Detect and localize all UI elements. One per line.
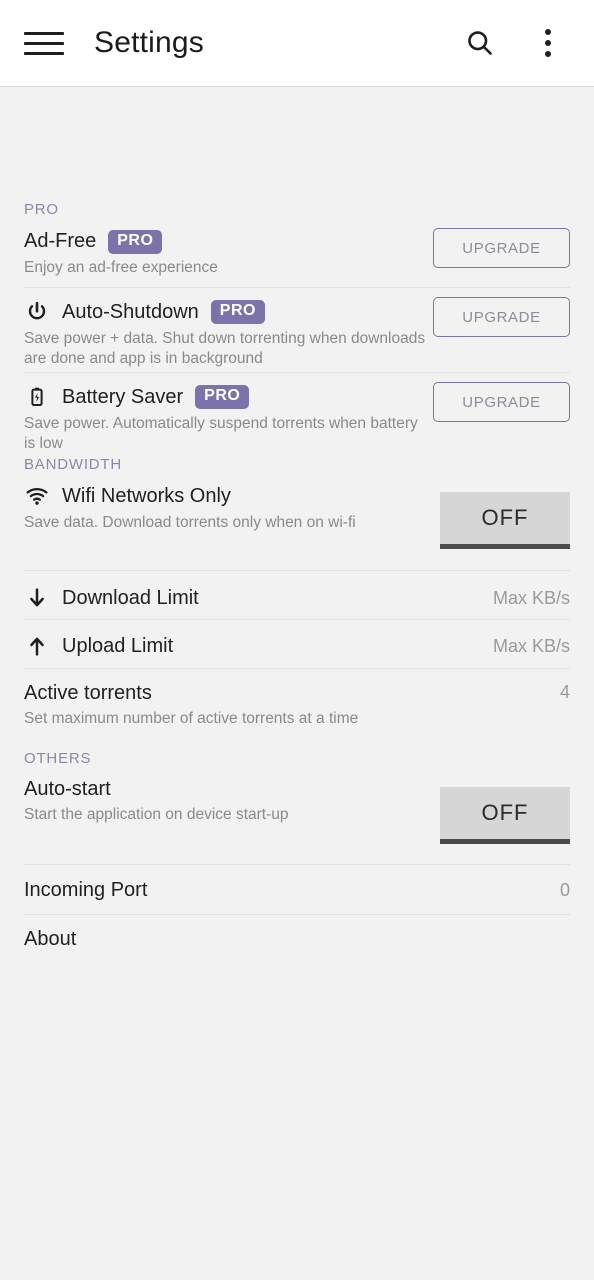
row-wifi-networks-only-main: Wifi Networks Only Save data. Download t… — [24, 483, 440, 533]
row-wifi-title: Wifi Networks Only — [62, 484, 231, 507]
pro-badge: PRO — [210, 300, 265, 324]
row-download-limit-main: Download Limit — [24, 585, 477, 611]
row-about-title-line: About — [24, 928, 570, 951]
divider — [24, 668, 570, 669]
row-battery-saver-summary: Save power. Automatically suspend torren… — [24, 415, 418, 453]
search-icon[interactable] — [452, 15, 508, 71]
row-incoming-port-main: Incoming Port — [24, 879, 544, 902]
row-incoming-port-title: Incoming Port — [24, 879, 148, 901]
divider — [24, 619, 570, 620]
row-active-torrents-value: 4 — [559, 682, 570, 702]
row-incoming-port[interactable]: Incoming Port 0 — [0, 879, 594, 902]
overflow-dots — [545, 29, 551, 57]
row-upload-limit-title: Upload Limit — [62, 634, 174, 657]
row-auto-shutdown-summary: Save power + data. Shut down torrenting … — [24, 330, 426, 368]
toggle-wifi-networks-only[interactable]: OFF — [440, 492, 570, 549]
row-ad-free[interactable]: Ad-Free PRO Enjoy an ad-free experience … — [0, 228, 594, 278]
toolbar-actions — [452, 15, 594, 71]
row-ad-free-title: Ad-Free — [24, 230, 97, 253]
row-ad-free-summary: Enjoy an ad-free experience — [24, 258, 218, 276]
row-download-limit-title: Download Limit — [62, 586, 199, 609]
wifi-icon — [24, 483, 50, 509]
row-battery-saver-title: Battery Saver — [62, 385, 184, 408]
divider — [24, 914, 570, 915]
upgrade-button-auto-shutdown[interactable]: UPGRADE — [433, 297, 570, 337]
row-download-limit-title-line: Download Limit — [24, 585, 477, 611]
row-auto-start-title: Auto-start — [24, 778, 111, 800]
row-auto-shutdown-main: Auto-Shutdown PRO Save power + data. Shu… — [24, 299, 433, 369]
arrow-down-icon — [24, 585, 50, 611]
divider — [24, 570, 570, 571]
row-about[interactable]: About — [0, 928, 594, 951]
row-about-main: About — [24, 928, 570, 951]
divider — [24, 864, 570, 865]
row-incoming-port-value: 0 — [559, 880, 570, 900]
overflow-menu-icon[interactable] — [520, 15, 576, 71]
overflow-dot — [545, 29, 551, 35]
row-auto-start[interactable]: Auto-start Start the application on devi… — [0, 778, 594, 844]
row-ad-free-title-line: Ad-Free PRO — [24, 230, 433, 254]
row-upload-limit-title-line: Upload Limit — [24, 633, 477, 659]
row-incoming-port-title-line: Incoming Port — [24, 879, 544, 902]
row-active-torrents-title-line: Active torrents — [24, 682, 544, 705]
hamburger-bar — [24, 51, 64, 55]
section-header-bandwidth: BANDWIDTH — [24, 456, 123, 473]
pro-badge: PRO — [195, 385, 250, 409]
row-about-title: About — [24, 928, 77, 950]
pro-badge: PRO — [108, 230, 163, 254]
section-header-others: OTHERS — [24, 750, 92, 767]
row-auto-start-main: Auto-start Start the application on devi… — [24, 778, 440, 825]
battery-charging-icon — [24, 384, 50, 410]
row-wifi-networks-only[interactable]: Wifi Networks Only Save data. Download t… — [0, 483, 594, 549]
row-download-limit-value: Max KB/s — [492, 587, 570, 608]
row-download-limit[interactable]: Download Limit Max KB/s — [0, 585, 594, 611]
toggle-auto-start[interactable]: OFF — [440, 787, 570, 844]
row-battery-saver-main: Battery Saver PRO Save power. Automatica… — [24, 384, 433, 454]
row-auto-shutdown-title-line: Auto-Shutdown PRO — [24, 299, 433, 325]
hamburger-menu-icon[interactable] — [24, 28, 64, 58]
row-ad-free-main: Ad-Free PRO Enjoy an ad-free experience — [24, 230, 433, 278]
arrow-up-icon — [24, 633, 50, 659]
row-auto-shutdown-title: Auto-Shutdown — [62, 300, 199, 323]
app-toolbar: Settings — [0, 0, 594, 87]
hamburger-bar — [24, 41, 64, 45]
row-upload-limit[interactable]: Upload Limit Max KB/s — [0, 633, 594, 659]
row-wifi-summary: Save data. Download torrents only when o… — [24, 514, 356, 531]
upgrade-button-battery-saver[interactable]: UPGRADE — [433, 382, 570, 422]
overflow-dot — [545, 40, 551, 46]
power-icon — [24, 299, 50, 325]
row-battery-saver-title-line: Battery Saver PRO — [24, 384, 433, 410]
row-wifi-title-line: Wifi Networks Only — [24, 483, 440, 509]
row-active-torrents-main: Active torrents Set maximum number of ac… — [24, 682, 544, 729]
row-battery-saver[interactable]: Battery Saver PRO Save power. Automatica… — [0, 382, 594, 454]
row-upload-limit-main: Upload Limit — [24, 633, 477, 659]
row-active-torrents-summary: Set maximum number of active torrents at… — [24, 710, 359, 727]
settings-screen: Settings PRO Ad-Free PRO Enjoy an ad-fre… — [0, 0, 594, 1280]
page-title: Settings — [94, 26, 204, 59]
row-auto-start-summary: Start the application on device start-up — [24, 806, 289, 823]
divider — [24, 372, 570, 373]
hamburger-bar — [24, 31, 64, 35]
row-auto-start-title-line: Auto-start — [24, 778, 440, 801]
divider — [24, 287, 570, 288]
upgrade-button-ad-free[interactable]: UPGRADE — [433, 228, 570, 268]
row-active-torrents[interactable]: Active torrents Set maximum number of ac… — [0, 682, 594, 729]
row-auto-shutdown[interactable]: Auto-Shutdown PRO Save power + data. Shu… — [0, 297, 594, 369]
row-active-torrents-title: Active torrents — [24, 682, 152, 704]
overflow-dot — [545, 51, 551, 57]
row-upload-limit-value: Max KB/s — [492, 635, 570, 656]
section-header-pro: PRO — [24, 201, 59, 218]
